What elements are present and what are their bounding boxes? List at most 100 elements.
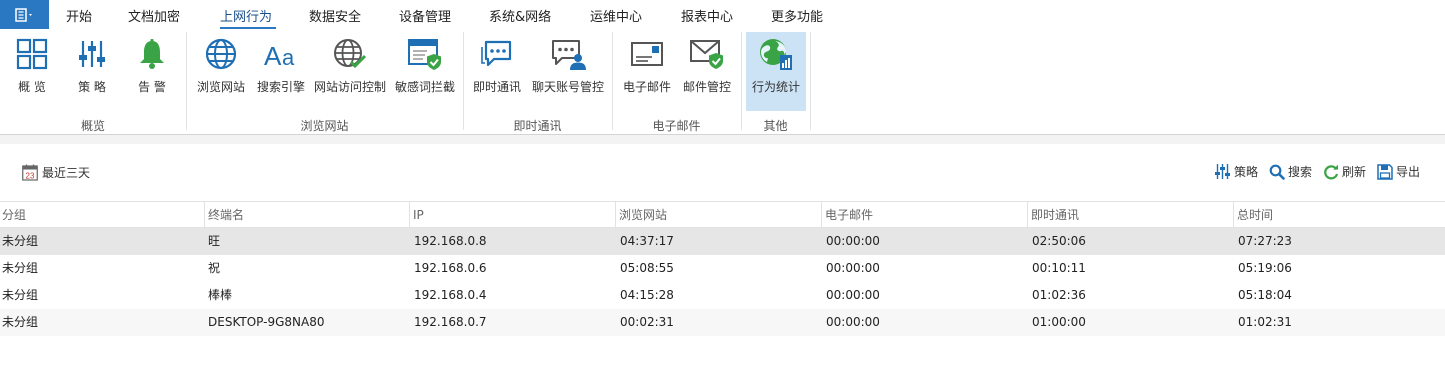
- column-header-browse[interactable]: 浏览网站: [615, 202, 821, 228]
- table-row[interactable]: 未分组 DESKTOP-9G8NA80 192.168.0.7 00:02:31…: [0, 309, 1445, 336]
- ribbon-behavior-stats-button[interactable]: 行为统计: [746, 32, 806, 111]
- active-tab-indicator: [220, 27, 276, 29]
- cell-browse-time: 00:02:31: [620, 315, 674, 329]
- cell-group: 未分组: [2, 261, 39, 275]
- cell-email-time: 00:00:00: [826, 261, 880, 275]
- calendar-icon: 23: [22, 164, 38, 181]
- tab-start[interactable]: 开始: [66, 6, 92, 25]
- group-label-overview: 概览: [80, 119, 105, 133]
- tab-doc-encryption[interactable]: 文档加密: [128, 6, 180, 25]
- cell-terminal: 祝: [208, 261, 221, 275]
- policy-label: 策略: [1234, 165, 1259, 179]
- cell-browse-time: 05:08:55: [620, 261, 674, 275]
- ribbon-overview-button[interactable]: 概 览: [6, 32, 58, 111]
- tab-device-management[interactable]: 设备管理: [399, 6, 451, 25]
- calendar-day: 23: [26, 172, 35, 181]
- cell-group: 未分组: [2, 288, 39, 302]
- ribbon-alert-button[interactable]: 告 警: [126, 32, 178, 111]
- cell-total-time: 05:18:04: [1238, 288, 1292, 302]
- cell-browse-time: 04:15:28: [620, 288, 674, 302]
- ribbon-im-button[interactable]: 即时通讯: [470, 32, 524, 111]
- stats-table: 分组 终端名 IP 浏览网站 电子邮件 即时通讯 总时间 未分组 旺 192.1…: [0, 201, 1445, 336]
- column-header-im[interactable]: 即时通讯: [1027, 202, 1233, 228]
- cell-browse-time: 04:37:17: [620, 234, 674, 248]
- cell-email-time: 00:00:00: [826, 288, 880, 302]
- ribbon-site-access-control-button[interactable]: 网站访问控制: [313, 32, 387, 111]
- date-range-filter[interactable]: 23 最近三天: [22, 164, 90, 181]
- tab-ops-center[interactable]: 运维中心: [590, 6, 642, 25]
- table-row[interactable]: 未分组 旺 192.168.0.8 04:37:17 00:00:00 02:5…: [0, 228, 1445, 255]
- ribbon-mail-control-label: 邮件管控: [682, 80, 731, 94]
- cell-ip: 192.168.0.8: [414, 234, 487, 248]
- cell-email-time: 00:00:00: [826, 234, 880, 248]
- cell-im-time: 00:10:11: [1032, 261, 1086, 275]
- column-header-ip[interactable]: IP: [409, 202, 615, 228]
- group-separator: [810, 32, 811, 130]
- export-label: 导出: [1396, 165, 1421, 179]
- ribbon-browse-web-label: 浏览网站: [196, 80, 245, 94]
- ribbon-policy-label: 策 略: [78, 80, 106, 94]
- cell-im-time: 01:00:00: [1032, 315, 1086, 329]
- ribbon-policy-button[interactable]: 策 略: [66, 32, 118, 111]
- tab-internet-behavior[interactable]: 上网行为: [220, 6, 272, 25]
- ribbon-chat-account-control-button[interactable]: 聊天账号管控: [530, 32, 606, 111]
- cell-email-time: 00:00:00: [826, 315, 880, 329]
- tab-more-functions[interactable]: 更多功能: [771, 6, 823, 25]
- refresh-button[interactable]: 刷新: [1323, 163, 1366, 180]
- ribbon-im-label: 即时通讯: [472, 80, 521, 94]
- export-button[interactable]: 导出: [1377, 163, 1420, 180]
- group-label-browse-web: 浏览网站: [300, 119, 349, 133]
- search-button[interactable]: 搜索: [1269, 163, 1312, 180]
- search-icon: [1269, 164, 1285, 180]
- cell-total-time: 01:02:31: [1238, 315, 1292, 329]
- tab-system-network[interactable]: 系统&网络: [489, 6, 551, 25]
- cell-group: 未分组: [2, 315, 39, 329]
- search-label: 搜索: [1288, 165, 1313, 179]
- globe-check-icon: [332, 36, 368, 72]
- cell-terminal: 旺: [208, 234, 221, 248]
- mail-card-icon: [630, 36, 664, 72]
- menu-bar: 开始 文档加密 上网行为 数据安全 设备管理 系统&网络 运维中心 报表中心 更…: [0, 0, 1445, 30]
- ribbon-search-engine-label: 搜索引擎: [256, 80, 305, 94]
- tab-data-security[interactable]: 数据安全: [309, 6, 361, 25]
- globe-icon: [204, 36, 238, 72]
- ribbon-overview-label: 概 览: [18, 80, 46, 94]
- column-header-email[interactable]: 电子邮件: [821, 202, 1027, 228]
- app-menu-button[interactable]: [0, 0, 49, 29]
- chat-icon: [480, 36, 514, 72]
- ribbon-sensitive-word-block-button[interactable]: 敏感词拦截: [393, 32, 457, 111]
- column-header-terminal[interactable]: 终端名: [204, 202, 409, 228]
- table-row[interactable]: 未分组 祝 192.168.0.6 05:08:55 00:00:00 00:1…: [0, 255, 1445, 282]
- cell-group: 未分组: [2, 234, 39, 248]
- ribbon-search-engine-button[interactable]: A a 搜索引擎: [255, 32, 307, 111]
- mail-shield-icon: [689, 36, 725, 72]
- ribbon-behavior-stats-label: 行为统计: [751, 80, 800, 94]
- sliders-icon: [1215, 164, 1230, 179]
- ribbon-sensitive-word-block-label: 敏感词拦截: [394, 80, 455, 94]
- toolbar: 23 最近三天 策略 搜索 刷新 导出: [0, 144, 1445, 200]
- svg-text:A: A: [264, 41, 282, 69]
- ribbon-email-button[interactable]: 电子邮件: [620, 32, 674, 111]
- cell-ip: 192.168.0.7: [414, 315, 487, 329]
- tab-report-center[interactable]: 报表中心: [681, 6, 733, 25]
- cell-terminal: 棒棒: [208, 288, 233, 302]
- ribbon-alert-label: 告 警: [138, 80, 166, 94]
- table-row[interactable]: 未分组 棒棒 192.168.0.4 04:15:28 00:00:00 01:…: [0, 282, 1445, 309]
- policy-button[interactable]: 策略: [1214, 163, 1258, 180]
- group-label-email: 电子邮件: [652, 119, 701, 133]
- cell-ip: 192.168.0.4: [414, 288, 487, 302]
- group-separator: [463, 32, 464, 130]
- svg-text:a: a: [282, 45, 295, 69]
- bell-icon: [136, 36, 168, 72]
- ribbon-browse-web-button[interactable]: 浏览网站: [194, 32, 248, 111]
- table-header: 分组 终端名 IP 浏览网站 电子邮件 即时通讯 总时间: [0, 201, 1445, 228]
- cell-total-time: 05:19:06: [1238, 261, 1292, 275]
- column-header-total[interactable]: 总时间: [1233, 202, 1445, 228]
- globe-stats-icon: [758, 36, 794, 72]
- app-menu-icon: [14, 7, 32, 22]
- ribbon-mail-control-button[interactable]: 邮件管控: [680, 32, 734, 111]
- ribbon-email-label: 电子邮件: [622, 80, 671, 94]
- font-aa-icon: A a: [263, 36, 299, 72]
- date-range-label: 最近三天: [42, 166, 91, 180]
- column-header-group[interactable]: 分组: [0, 202, 204, 228]
